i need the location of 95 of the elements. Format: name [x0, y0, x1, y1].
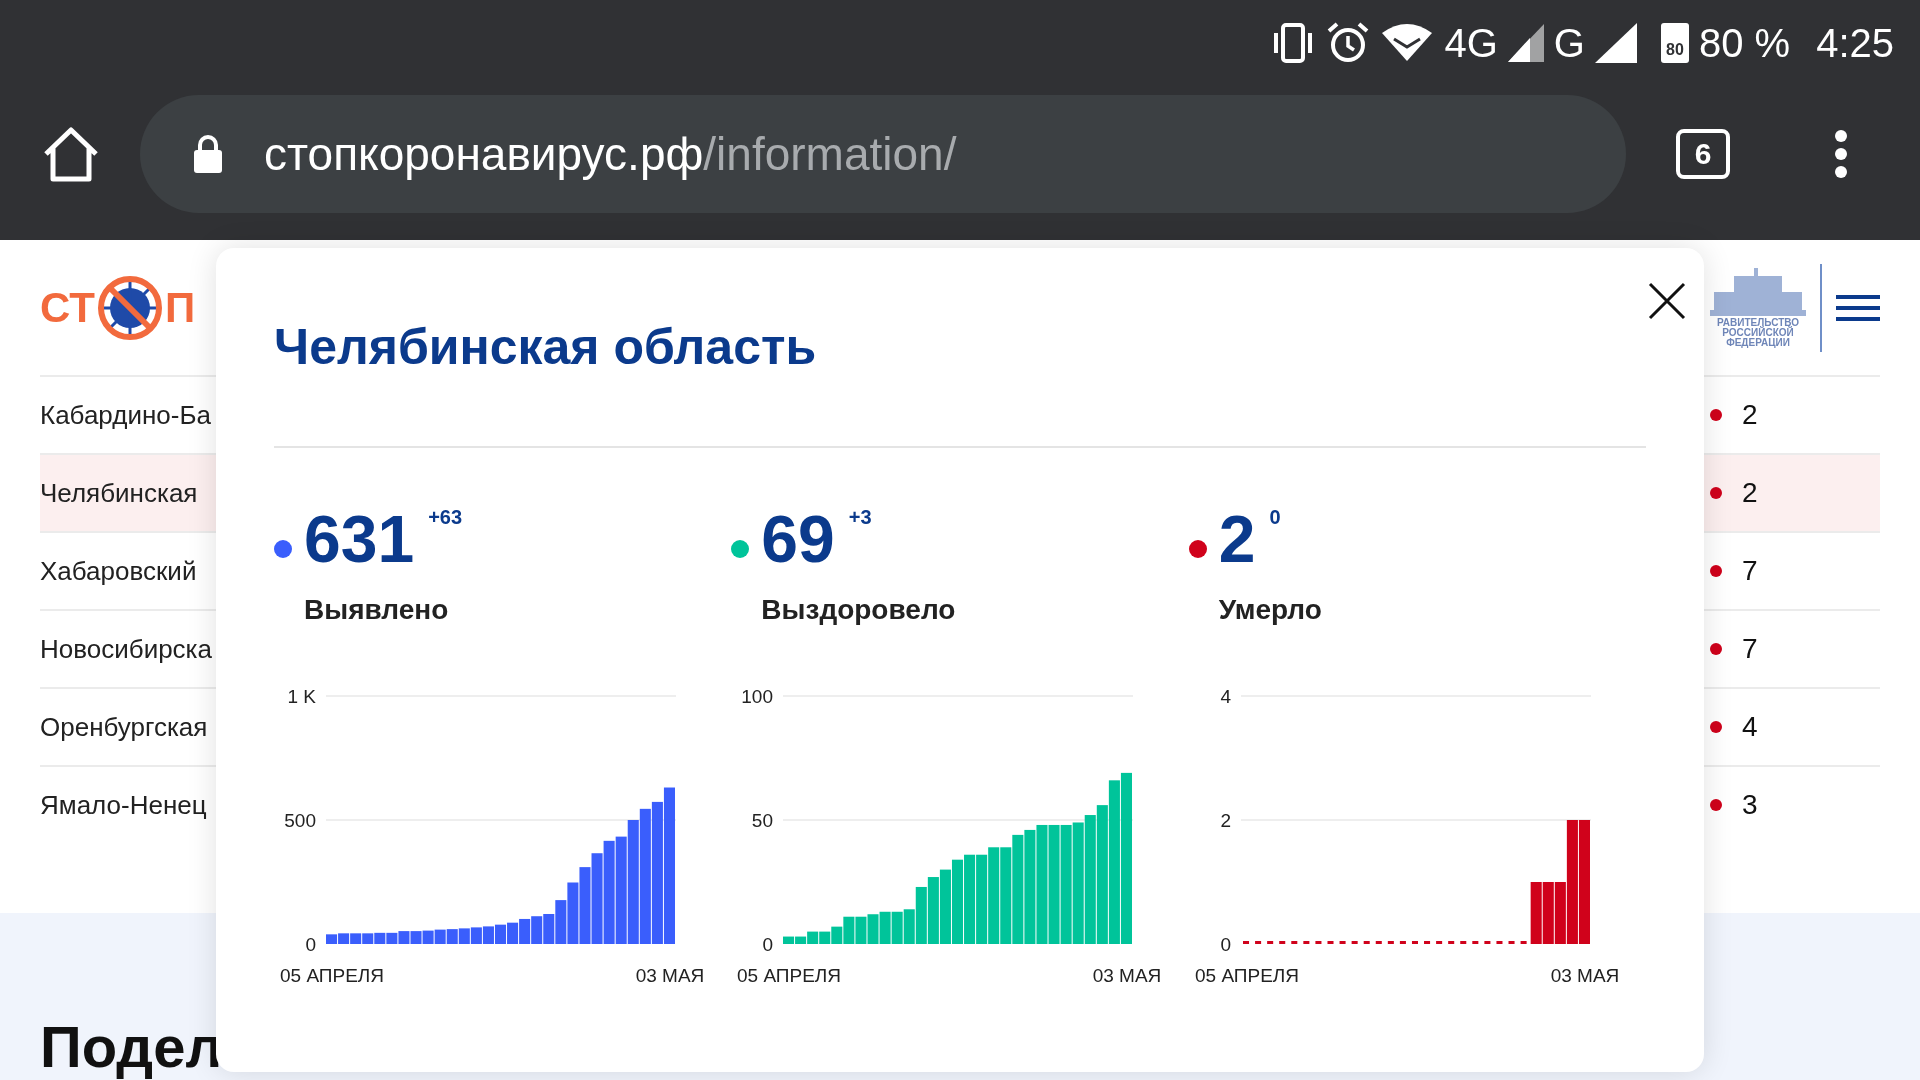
chart-bar: [410, 931, 422, 944]
network-type-label: 4G: [1444, 20, 1498, 66]
chart-bar: [928, 877, 940, 944]
stat-value: 69: [761, 506, 835, 572]
alarm-icon: [1326, 21, 1371, 65]
axis-tick-label: 2: [1220, 810, 1231, 831]
chart-bar: [362, 933, 374, 944]
region-count: 4: [1742, 711, 1758, 743]
network-type-label: G: [1553, 20, 1585, 66]
region-name: Кабардино-Ба: [40, 399, 211, 431]
chart-bar: [1530, 882, 1542, 944]
lock-icon: [192, 134, 224, 174]
status-dot: [1710, 565, 1722, 577]
chart-bar: [507, 922, 519, 944]
axis-tick-label: 0: [305, 934, 316, 955]
axis-tick-label: 05 АПРЕЛЯ: [280, 965, 385, 986]
axis-tick-label: 05 АПРЕЛЯ: [737, 965, 842, 986]
status-dot: [1710, 643, 1722, 655]
logo-text: П: [164, 283, 196, 332]
chart-bar: [891, 911, 903, 944]
chart-bar: [494, 924, 507, 944]
region-name: Ямало-Ненец: [40, 789, 207, 821]
logo-text: СТ: [40, 283, 95, 332]
status-dot: [1710, 799, 1722, 811]
chart-bar: [470, 927, 482, 944]
virus-stop-icon: [96, 274, 163, 341]
region-name: Хабаровский: [40, 555, 197, 587]
stat-value: 631: [304, 506, 415, 572]
stat-delta: +63: [428, 506, 463, 529]
region-count: 2: [1742, 477, 1758, 509]
menu-icon[interactable]: [1834, 129, 1848, 179]
stat-label: Выявлено: [304, 594, 450, 626]
chart-bar: [326, 934, 338, 944]
chart-bar: [422, 930, 434, 944]
chart-bar: [531, 916, 543, 944]
clock-time: 4:25: [1816, 20, 1894, 66]
chart-bar: [855, 916, 867, 944]
chart-bar: [1542, 882, 1554, 944]
chart-bar: [374, 932, 386, 944]
signal-icon: [1507, 24, 1544, 62]
axis-tick-label: 100: [741, 686, 774, 707]
modal-title: Челябинская область: [274, 318, 818, 377]
status-dot: [1710, 487, 1722, 499]
signal-icon: [1594, 23, 1637, 63]
region-name: Челябинская: [40, 477, 198, 509]
chart-bar: [867, 914, 879, 944]
wifi-icon: [1380, 23, 1435, 63]
chart-bar: [338, 933, 350, 944]
chart-bar: [482, 926, 494, 944]
region-count: 7: [1742, 633, 1758, 665]
axis-tick-label: 03 МАЯ: [1092, 965, 1162, 986]
stat-value: 2: [1218, 506, 1256, 572]
axis-tick-label: 50: [752, 810, 774, 831]
battery-percent: 80 %: [1698, 20, 1791, 66]
region-count: 3: [1742, 789, 1758, 821]
menu-icon[interactable]: [1836, 294, 1880, 321]
chart-bar: [458, 928, 470, 944]
region-name: Новосибирска: [40, 633, 213, 665]
region-count: 2: [1742, 399, 1758, 431]
government-logo-text: РОССИЙСКОЙ: [1722, 327, 1794, 338]
chart-bar: [446, 929, 458, 944]
stat-delta: 0: [1269, 506, 1281, 529]
chart-bar: [879, 911, 891, 944]
section-heading: Подел: [40, 1014, 223, 1079]
government-logo-text: РАВИТЕЛЬСТВО: [1717, 317, 1799, 328]
region-name: Оренбургская: [40, 711, 208, 743]
chart-bar: [434, 929, 446, 944]
close-icon[interactable]: [1648, 282, 1686, 320]
url-text: стопкоронавирус.рф/information/: [264, 127, 957, 181]
stat-label: Умерло: [1218, 594, 1323, 626]
axis-tick-label: 0: [1220, 934, 1231, 955]
axis-tick-label: 500: [284, 810, 316, 831]
government-logo-text: ФЕДЕРАЦИИ: [1726, 337, 1790, 348]
chart-bar: [398, 931, 410, 944]
tab-count-button[interactable]: 6: [1676, 129, 1730, 179]
axis-tick-label: 0: [762, 934, 774, 955]
chart-bar: [386, 932, 398, 944]
government-building-icon: [1710, 267, 1806, 318]
axis-tick-label: 03 МАЯ: [1550, 965, 1619, 986]
chart-bar: [350, 933, 362, 944]
chart-bar: [567, 882, 579, 944]
chart-bar: [819, 931, 831, 944]
battery-icon: 80: [1660, 23, 1689, 63]
axis-tick-label: 4: [1220, 686, 1231, 707]
axis-tick-label: 05 АПРЕЛЯ: [1194, 965, 1299, 986]
home-icon[interactable]: [42, 126, 100, 182]
chart-bar: [519, 918, 531, 944]
address-field[interactable]: стопкоронавирус.рф/information/: [140, 95, 1626, 213]
stat-label: Выздоровело: [761, 594, 957, 626]
status-dot: [1710, 409, 1722, 421]
axis-tick-label: 03 МАЯ: [635, 965, 705, 986]
stat-delta: +3: [848, 506, 872, 529]
status-dot: [1710, 721, 1722, 733]
region-count: 7: [1742, 555, 1758, 587]
axis-tick-label: 1 K: [287, 686, 316, 707]
